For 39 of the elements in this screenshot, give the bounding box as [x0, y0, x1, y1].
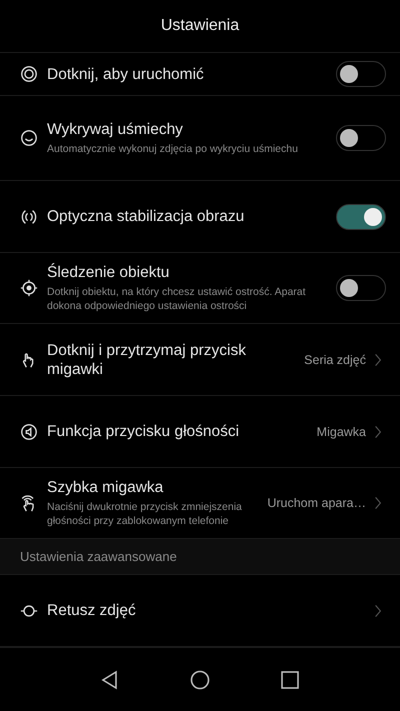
screen-title: Ustawienia	[160, 17, 240, 35]
settings-row[interactable]: Funkcja przycisku głośności Migawka	[0, 396, 400, 468]
setting-description: Naciśnij dwukrotnie przycisk zmniejszenia głośności przy zablokowanym telefonie	[47, 500, 243, 528]
settings-row[interactable]: Optyczna stabilizacja obrazu	[0, 181, 400, 253]
crosshair-icon	[20, 279, 38, 297]
settings-row[interactable]: Dotknij, aby uruchomić	[0, 53, 400, 96]
toggle-switch[interactable]	[336, 61, 386, 87]
chevron-right-icon	[374, 602, 382, 618]
setting-value: Seria zdjęć	[304, 352, 366, 366]
chevron-right-icon	[374, 352, 382, 368]
settings-row[interactable]: Retusz zdjęć	[0, 575, 400, 647]
setting-label: Retusz zdjęć	[47, 601, 137, 620]
settings-row[interactable]: Wykrywaj uśmiechy Automatycznie wykonuj zdjęcia po wykryciu uśmiechu	[0, 96, 400, 181]
setting-description: Dotknij obiektu, na który chcesz ustawić ostrość. Aparat dokona odpowiedniego ustawienia ostrości	[47, 285, 307, 313]
back-icon[interactable]	[100, 670, 120, 690]
setting-label: Optyczna stabilizacja obrazu	[47, 207, 246, 226]
setting-description: Automatycznie wykonuj zdjęcia po wykryciu uśmiechu	[47, 142, 299, 156]
home-icon[interactable]	[190, 670, 210, 690]
chevron-right-icon	[374, 495, 382, 511]
setting-value: Migawka	[316, 424, 366, 438]
chevron-right-icon	[374, 424, 382, 440]
target-icon	[20, 65, 38, 83]
toggle-switch[interactable]	[336, 204, 386, 230]
settings-row[interactable]: Śledzenie obiektu Dotknij obiektu, na który chcesz ustawić ostrość. Aparat dokona odpowiedniego ustawienia ostrości	[0, 253, 400, 324]
setting-label: Szybka migawka	[47, 478, 164, 497]
settings-row[interactable]: Dotknij i przytrzymaj przycisk migawki Seria zdjęć	[0, 324, 400, 396]
speaker-icon	[20, 422, 38, 440]
setting-label: Funkcja przycisku głośności	[47, 422, 240, 441]
setting-label: Wykrywaj uśmiechy	[47, 120, 184, 139]
smiley-icon	[20, 129, 38, 147]
toggle-switch[interactable]	[336, 125, 386, 151]
toggle-switch[interactable]	[336, 275, 386, 301]
section-header: Ustawienia zaawansowane	[0, 539, 400, 575]
stabilizer-icon	[20, 208, 38, 226]
setting-label: Dotknij, aby uruchomić	[47, 64, 205, 84]
recents-icon[interactable]	[280, 670, 300, 690]
setting-value: Uruchom apara…	[267, 496, 366, 510]
setting-label: Dotknij i przytrzymaj przycisk migawki	[47, 340, 247, 378]
setting-label: Śledzenie obiektu	[47, 263, 170, 282]
